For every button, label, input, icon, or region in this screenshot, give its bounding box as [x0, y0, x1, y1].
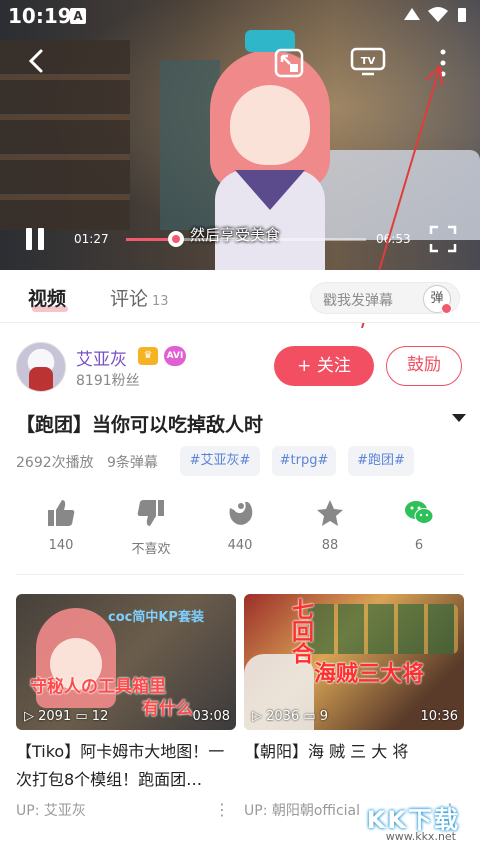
thumbs-down-icon [137, 500, 164, 526]
danmu-input[interactable]: 戳我发弹幕 弹 [310, 282, 460, 314]
author-avatar[interactable] [16, 342, 66, 392]
follow-button[interactable]: + 关注 [274, 346, 374, 386]
recommendation-thumbnail[interactable]: 七回合 海贼三大将 ▷ 2036 ▭ 9 10:36 [244, 594, 464, 730]
recommendation-title[interactable]: 【朝阳】海 贼 三 大 将 [244, 738, 464, 794]
thumb-caption-top: 七回合 [288, 598, 313, 664]
total-time: 06:53 [376, 232, 411, 246]
more-vertical-icon[interactable]: ⋮ [214, 800, 230, 819]
thumb-caption-top: coc简中KP套装 [108, 610, 204, 625]
video-bookshelf [0, 40, 130, 230]
tab-comment-label: 评论 [110, 288, 149, 310]
thumb-comments: 9 [319, 709, 329, 724]
thumbs-up-icon [48, 500, 75, 526]
site-watermark: KK下载 www.kkx.net [354, 800, 474, 848]
video-subtitle: 然后享受美食 [190, 226, 281, 244]
cheer-button[interactable]: 鼓励 [386, 346, 462, 386]
like-count: 140 [48, 538, 74, 553]
share-count: 6 [414, 538, 424, 553]
coin-icon [229, 501, 253, 525]
status-icons [402, 6, 472, 28]
thumb-duration: 03:08 [192, 709, 230, 724]
current-time: 01:27 [74, 232, 109, 246]
pause-icon[interactable] [22, 226, 48, 252]
tab-comment[interactable]: 评论 13 [110, 284, 169, 311]
video-meta: 2692次播放 9条弹幕 [16, 452, 158, 472]
picture-in-picture-icon[interactable] [272, 46, 306, 80]
dislike-button[interactable]: 不喜欢 [121, 498, 181, 557]
status-time: 10:19 [8, 4, 72, 28]
favorite-button[interactable]: 88 [300, 498, 360, 553]
thumb-plays: 2036 [266, 709, 300, 724]
more-options-icon[interactable] [438, 46, 448, 80]
thumb-cards [308, 604, 458, 654]
expand-caret-icon[interactable] [452, 414, 466, 422]
recommendation-up: UP: 艾亚灰 ⋮ [16, 800, 236, 820]
progress-bar[interactable] [126, 231, 366, 247]
thumb-caption-bottom: 有什么 [142, 699, 193, 719]
watermark-url: www.kkx.net [385, 830, 456, 843]
thumb-comments: 12 [91, 709, 109, 724]
coin-count: 440 [227, 538, 253, 553]
danmu-count: 9条弹幕 [107, 455, 158, 471]
tab-video[interactable]: 视频 [28, 284, 66, 311]
coin-button[interactable]: 440 [210, 498, 270, 553]
thumb-stats: ▷ 2036 ▭ 9 [252, 709, 329, 724]
video-title: 【跑团】当你可以吃掉敌人时 [16, 414, 264, 436]
trophy-badge-icon: ♛ [138, 347, 158, 365]
tv-label: TV [361, 56, 376, 67]
wifi-icon [428, 7, 448, 22]
recommendation-card[interactable]: coc简中KP套装 守秘人の工具箱里 有什么 ▷ 2091 ▭ 12 03:08… [16, 594, 236, 820]
like-button[interactable]: 140 [31, 498, 91, 553]
fullscreen-icon[interactable] [428, 224, 458, 254]
tag-chip[interactable]: #艾亚灰# [180, 446, 260, 476]
thumb-stats: ▷ 2091 ▭ 12 [24, 709, 109, 724]
signal-icon [404, 8, 420, 20]
level-badge: AVI [164, 346, 186, 366]
status-notification-badge: A [70, 8, 86, 24]
back-arrow-icon[interactable] [24, 48, 50, 74]
recommendation-title[interactable]: 【Tiko】阿卡姆市大地图！一次打包8个模组！跑面团… [16, 738, 236, 794]
tab-bar: 视频 评论 13 戳我发弹幕 弹 [0, 270, 480, 323]
tv-cast-icon[interactable]: TV [350, 46, 386, 76]
danmu-toggle-dot [441, 303, 452, 314]
recommendation-uploader[interactable]: UP: 艾亚灰 [16, 803, 86, 819]
battery-icon [458, 8, 466, 22]
recommendation-card[interactable]: 七回合 海贼三大将 ▷ 2036 ▭ 9 10:36 【朝阳】海 贼 三 大 将… [244, 594, 464, 820]
thumb-duration: 10:36 [420, 709, 458, 724]
recommendation-uploader[interactable]: UP: 朝阳朝official [244, 803, 360, 819]
video-player[interactable]: 10:19 A TV 然后享受美食 01:27 06:53 [0, 0, 480, 270]
tag-chip[interactable]: #trpg# [272, 446, 336, 476]
divider [16, 574, 464, 575]
wechat-icon [405, 501, 434, 524]
danmu-toggle-button[interactable]: 弹 [423, 285, 452, 314]
star-icon [317, 500, 343, 526]
tab-comment-count: 13 [152, 294, 169, 309]
play-count: 2692次播放 [16, 455, 94, 471]
author-name[interactable]: 艾亚灰 [76, 345, 127, 370]
tag-chip[interactable]: #跑团# [348, 446, 414, 476]
dislike-label: 不喜欢 [131, 542, 171, 557]
recommendation-thumbnail[interactable]: coc简中KP套装 守秘人の工具箱里 有什么 ▷ 2091 ▭ 12 03:08 [16, 594, 236, 730]
thumb-plays: 2091 [38, 709, 72, 724]
favorite-count: 88 [321, 538, 339, 553]
danmu-placeholder: 戳我发弹幕 [323, 293, 393, 309]
share-button[interactable]: 6 [389, 498, 449, 553]
author-fans: 8191粉丝 [76, 373, 140, 389]
thumb-caption-mid: 海贼三大将 [314, 662, 425, 687]
